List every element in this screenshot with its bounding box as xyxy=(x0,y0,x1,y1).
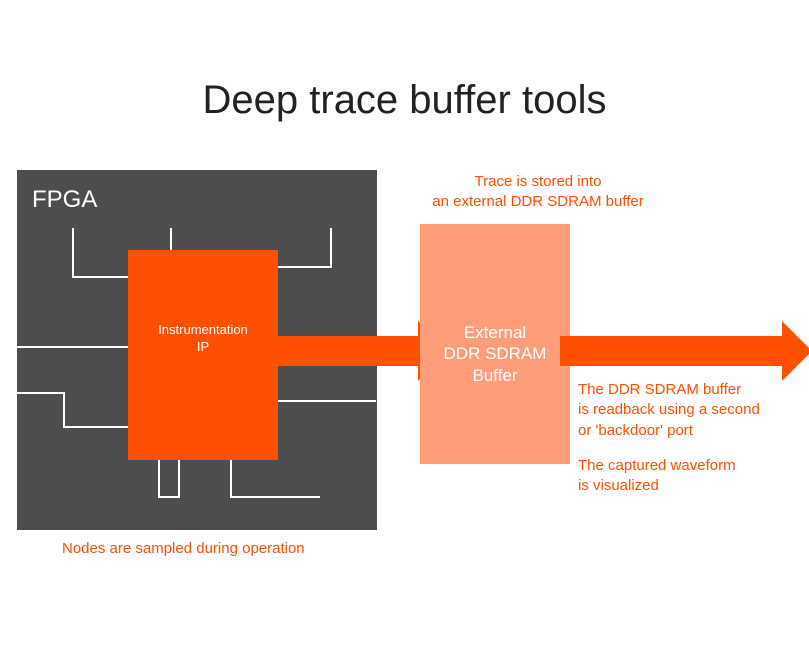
page-title: Deep trace buffer tools xyxy=(0,78,809,123)
wire xyxy=(330,228,332,268)
wire xyxy=(158,458,160,498)
arrow-out-head xyxy=(782,321,809,381)
wire xyxy=(17,346,130,348)
caption-top: Trace is stored intoan external DDR SDRA… xyxy=(388,172,688,213)
wire xyxy=(63,392,65,428)
fpga-label: FPGA xyxy=(32,186,97,214)
caption-right-1: The DDR SDRAM bufferis readback using a … xyxy=(578,380,760,441)
wire xyxy=(230,496,320,498)
wire xyxy=(158,496,180,498)
wire xyxy=(72,228,74,278)
wire xyxy=(72,276,130,278)
ddr-buffer-label: ExternalDDR SDRAMBuffer xyxy=(420,322,570,386)
wire xyxy=(178,458,180,498)
wire xyxy=(230,458,232,498)
wire xyxy=(17,392,65,394)
wire xyxy=(170,228,172,252)
wire xyxy=(276,266,332,268)
wire xyxy=(63,426,130,428)
instrumentation-ip-label: InstrumentationIP xyxy=(128,322,278,356)
caption-right-2: The captured waveformis visualized xyxy=(578,456,736,497)
arrow-out xyxy=(560,336,782,366)
wire xyxy=(276,400,376,402)
arrow-to-ddr xyxy=(268,336,418,366)
caption-bottom: Nodes are sampled during operation xyxy=(62,540,305,557)
